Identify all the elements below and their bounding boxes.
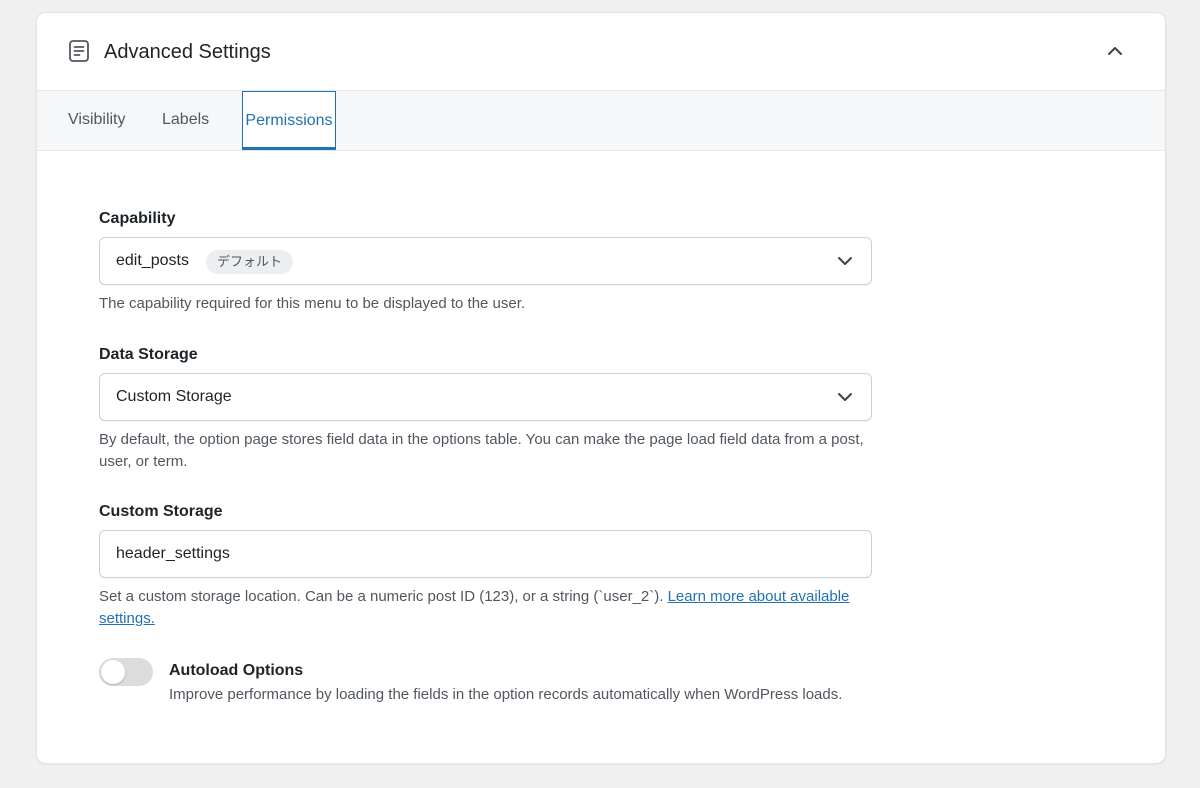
- panel-header[interactable]: Advanced Settings: [37, 13, 1165, 91]
- chevron-down-icon: [838, 393, 852, 401]
- data-storage-label: Data Storage: [99, 346, 198, 363]
- custom-storage-value: header_settings: [116, 545, 230, 562]
- tab-permissions[interactable]: Permissions: [242, 91, 336, 150]
- chevron-up-icon: [1108, 47, 1122, 55]
- data-storage-select[interactable]: Custom Storage: [99, 373, 872, 421]
- document-icon: [69, 40, 89, 62]
- custom-storage-help-text: Set a custom storage location. Can be a …: [99, 588, 668, 605]
- collapse-button[interactable]: [1103, 41, 1127, 61]
- autoload-description: Improve performance by loading the field…: [169, 686, 843, 703]
- capability-label: Capability: [99, 210, 176, 227]
- custom-storage-label: Custom Storage: [99, 503, 223, 520]
- tab-labels[interactable]: Labels: [162, 91, 209, 151]
- tab-visibility[interactable]: Visibility: [68, 91, 126, 151]
- data-storage-help: By default, the option page stores field…: [99, 431, 864, 470]
- custom-storage-input[interactable]: header_settings: [99, 530, 872, 578]
- capability-help: The capability required for this menu to…: [99, 295, 526, 312]
- toggle-knob: [101, 660, 125, 684]
- custom-storage-help: Set a custom storage location. Can be a …: [99, 586, 869, 630]
- capability-value: edit_posts: [116, 252, 189, 269]
- advanced-settings-panel: Advanced Settings Visibility Labels Perm…: [36, 12, 1166, 764]
- tab-bar: Visibility Labels Permissions: [37, 91, 1165, 151]
- chevron-down-icon: [838, 257, 852, 265]
- data-storage-value: Custom Storage: [116, 388, 232, 405]
- autoload-toggle[interactable]: [99, 658, 153, 686]
- capability-select[interactable]: edit_posts デフォルト: [99, 237, 872, 285]
- panel-title: Advanced Settings: [104, 41, 271, 63]
- autoload-title: Autoload Options: [169, 662, 304, 679]
- default-badge: デフォルト: [206, 250, 294, 274]
